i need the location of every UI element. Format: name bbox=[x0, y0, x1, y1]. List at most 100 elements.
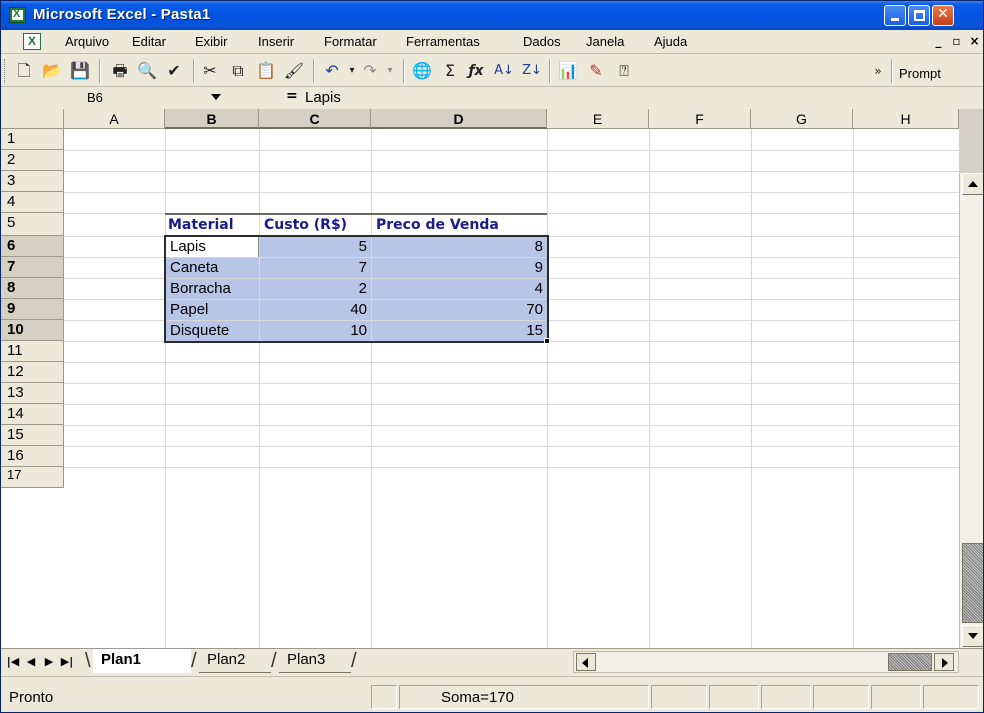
chevron-down-icon[interactable] bbox=[211, 94, 221, 100]
table-cell[interactable]: 70 bbox=[371, 300, 547, 320]
excel-app-icon[interactable] bbox=[9, 7, 26, 23]
menu-exibir[interactable]: Exibir bbox=[195, 34, 228, 49]
menu-ferramentas[interactable]: Ferramentas bbox=[406, 34, 480, 49]
tab-plan2[interactable]: Plan2 bbox=[199, 649, 271, 673]
workbook-close-button[interactable]: × bbox=[967, 34, 982, 49]
title-bar[interactable]: Microsoft Excel - Pasta1 ✕ bbox=[1, 1, 983, 30]
more-icon[interactable]: » bbox=[867, 60, 889, 82]
row-header[interactable]: 1 bbox=[1, 129, 64, 150]
row-header[interactable]: 13 bbox=[1, 383, 64, 404]
menu-arquivo[interactable]: Arquivo bbox=[65, 34, 109, 49]
undo-icon[interactable]: ↶ bbox=[321, 60, 343, 82]
redo-dropdown-icon[interactable]: ▾ bbox=[379, 60, 401, 82]
spelling-icon[interactable]: ✔ bbox=[163, 60, 185, 82]
menu-janela[interactable]: Janela bbox=[586, 34, 624, 49]
row-header[interactable]: 5 bbox=[1, 213, 64, 236]
row-header[interactable]: 12 bbox=[1, 362, 64, 383]
table-cell[interactable]: 5 bbox=[259, 237, 371, 257]
row-header[interactable]: 10 bbox=[1, 320, 64, 341]
table-cell[interactable]: Caneta bbox=[165, 258, 259, 278]
horizontal-scrollbar[interactable] bbox=[573, 651, 959, 673]
row-header[interactable]: 3 bbox=[1, 171, 64, 192]
row-header[interactable]: 4 bbox=[1, 192, 64, 213]
vertical-scrollbar[interactable] bbox=[959, 173, 983, 648]
horizontal-scroll-thumb[interactable] bbox=[888, 653, 932, 671]
column-header-b[interactable]: B bbox=[165, 109, 259, 129]
table-cell[interactable]: Lapis bbox=[165, 237, 259, 257]
table-cell[interactable]: 15 bbox=[371, 321, 547, 341]
row-header[interactable]: 9 bbox=[1, 299, 64, 320]
column-header-c[interactable]: C bbox=[259, 109, 371, 129]
row-header[interactable]: 6 bbox=[1, 236, 64, 257]
next-sheet-icon[interactable]: ▶ bbox=[41, 653, 57, 671]
print-icon[interactable]: 🖶 bbox=[109, 60, 131, 82]
worksheet-grid[interactable]: A B C D E F G H 1 2 3 4 5 6 7 8 9 10 11 … bbox=[1, 109, 959, 648]
new-icon[interactable]: 🗋 bbox=[13, 60, 35, 82]
workbook-icon[interactable] bbox=[23, 33, 41, 50]
table-header-custo[interactable]: Custo (R$) bbox=[264, 214, 372, 236]
scroll-right-button[interactable] bbox=[934, 653, 954, 671]
table-cell[interactable]: 9 bbox=[371, 258, 547, 278]
table-cell[interactable]: 2 bbox=[259, 279, 371, 299]
print-preview-icon[interactable]: 🔍 bbox=[136, 60, 158, 82]
row-header[interactable]: 15 bbox=[1, 425, 64, 446]
column-header-f[interactable]: F bbox=[649, 109, 751, 129]
tab-plan1[interactable]: Plan1 bbox=[93, 649, 191, 673]
workbook-restore-button[interactable]: ▫ bbox=[949, 34, 964, 49]
prompt-label[interactable]: Prompt bbox=[899, 66, 941, 81]
menu-inserir[interactable]: Inserir bbox=[258, 34, 294, 49]
vertical-scroll-thumb[interactable] bbox=[962, 543, 983, 623]
scroll-left-button[interactable] bbox=[576, 653, 596, 671]
open-icon[interactable]: 📂 bbox=[41, 60, 63, 82]
sort-ascending-icon[interactable]: A↓ bbox=[493, 60, 515, 82]
menu-editar[interactable]: Editar bbox=[132, 34, 166, 49]
scroll-up-button[interactable] bbox=[962, 173, 983, 195]
column-header-g[interactable]: G bbox=[751, 109, 853, 129]
table-cell[interactable]: 4 bbox=[371, 279, 547, 299]
row-header[interactable]: 17 bbox=[1, 467, 64, 488]
last-sheet-icon[interactable]: ▶| bbox=[59, 653, 75, 671]
menu-ajuda[interactable]: Ajuda bbox=[654, 34, 687, 49]
tab-plan3[interactable]: Plan3 bbox=[279, 649, 351, 673]
table-cell[interactable]: 8 bbox=[371, 237, 547, 257]
select-all-corner[interactable] bbox=[1, 109, 64, 129]
row-header[interactable]: 2 bbox=[1, 150, 64, 171]
name-box[interactable]: B6 bbox=[3, 88, 227, 108]
menu-formatar[interactable]: Formatar bbox=[324, 34, 377, 49]
minimize-button[interactable] bbox=[884, 5, 906, 26]
autosum-icon[interactable]: Σ bbox=[439, 60, 461, 82]
toolbar-grip[interactable] bbox=[4, 59, 7, 83]
previous-sheet-icon[interactable]: ◀ bbox=[23, 653, 39, 671]
menu-dados[interactable]: Dados bbox=[523, 34, 561, 49]
sort-descending-icon[interactable]: Z↓ bbox=[521, 60, 543, 82]
workbook-minimize-button[interactable]: _ bbox=[931, 34, 946, 49]
table-cell[interactable]: 7 bbox=[259, 258, 371, 278]
web-icon[interactable]: 🌐 bbox=[411, 60, 433, 82]
row-header[interactable]: 11 bbox=[1, 341, 64, 362]
table-cell[interactable]: Borracha bbox=[165, 279, 259, 299]
row-header[interactable]: 8 bbox=[1, 278, 64, 299]
table-cell[interactable]: 40 bbox=[259, 300, 371, 320]
table-cell[interactable]: Disquete bbox=[165, 321, 259, 341]
column-header-d[interactable]: D bbox=[371, 109, 547, 129]
table-header-preco[interactable]: Preco de Venda bbox=[376, 214, 548, 236]
maximize-button[interactable] bbox=[908, 5, 930, 26]
table-cell[interactable]: Papel bbox=[165, 300, 259, 320]
column-header-h[interactable]: H bbox=[853, 109, 959, 129]
help-icon[interactable]: ⍰ bbox=[613, 60, 635, 82]
formula-input[interactable]: Lapis bbox=[305, 89, 341, 106]
column-header-a[interactable]: A bbox=[64, 109, 165, 129]
table-cell[interactable]: 10 bbox=[259, 321, 371, 341]
first-sheet-icon[interactable]: |◀ bbox=[5, 653, 21, 671]
drawing-icon[interactable]: ✎ bbox=[585, 60, 607, 82]
column-header-e[interactable]: E bbox=[547, 109, 649, 129]
row-header[interactable]: 14 bbox=[1, 404, 64, 425]
redo-icon[interactable]: ↷ bbox=[359, 60, 381, 82]
row-header[interactable]: 16 bbox=[1, 446, 64, 467]
scroll-down-button[interactable] bbox=[962, 625, 983, 647]
format-painter-icon[interactable]: 🖌 bbox=[283, 60, 305, 82]
fill-handle[interactable] bbox=[544, 338, 550, 344]
chart-wizard-icon[interactable]: 📊 bbox=[557, 60, 579, 82]
table-header-material[interactable]: Material bbox=[168, 214, 260, 236]
row-header[interactable]: 7 bbox=[1, 257, 64, 278]
